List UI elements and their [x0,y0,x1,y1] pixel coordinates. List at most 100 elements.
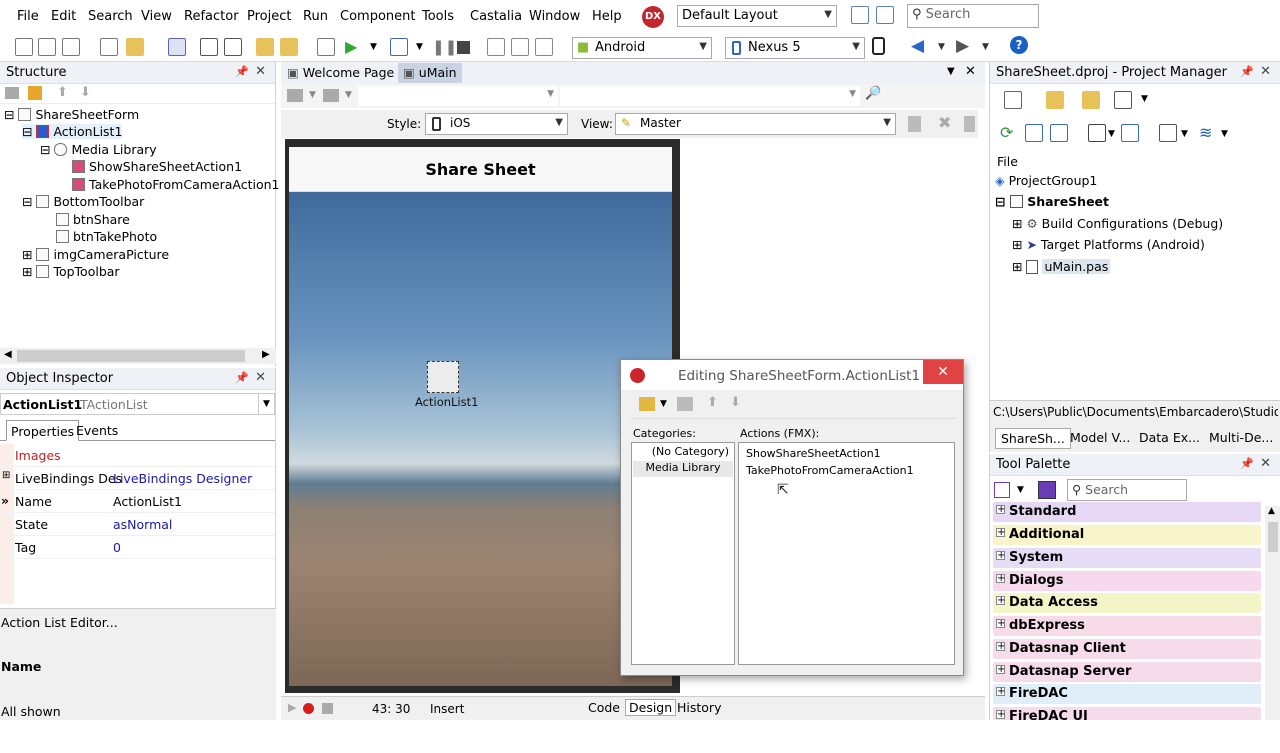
move-up-icon[interactable]: ⬆ [707,395,718,410]
new-action-icon[interactable] [639,397,655,411]
prop-row-livebindings[interactable]: ⊞ LiveBindings Des LiveBindings Designer [0,467,275,490]
tree-node-btntakephoto[interactable]: btnTakePhoto [56,229,157,244]
category-item[interactable]: Media Library [633,461,733,477]
form-title[interactable]: Share Sheet [289,147,672,192]
tab-sharesheet[interactable]: ShareSh... [995,428,1071,449]
pause-icon[interactable]: ❚❚ [432,38,457,56]
palette-category-dbexpress[interactable]: + dbExpress [993,616,1261,636]
up-arrow-icon[interactable]: ⬆ [57,85,68,100]
scroll-left-icon[interactable]: ◀ [4,349,12,360]
remove-view-icon[interactable]: ✖ [938,113,951,132]
project-node-umain[interactable]: ⊞ uMain.pas [1012,259,1111,274]
step-over-icon[interactable] [511,38,529,56]
project-node-group[interactable]: ◈ ProjectGroup1 [995,173,1097,188]
forward-arrow-icon[interactable]: ▶ [956,36,969,56]
menu-tools[interactable]: Tools [422,9,454,24]
record-macro-icon[interactable] [303,703,314,714]
style-combo[interactable]: iOS ▼ [425,113,568,135]
dx-badge-icon[interactable]: DX [642,6,664,28]
actionlist-component-icon[interactable] [427,361,459,393]
stop-icon[interactable] [457,41,470,54]
open-folder-icon[interactable] [1082,91,1100,109]
scroll-up-icon[interactable]: ▲ [1268,506,1275,516]
pin-icon[interactable]: 📌 [1240,457,1254,470]
expand-all-icon[interactable] [1025,124,1043,142]
close-file-icon[interactable] [62,38,80,56]
tree-node-photo-action[interactable]: TakePhotoFromCameraAction1 [72,177,280,192]
chevron-down-icon[interactable]: ▼ [309,90,316,100]
save-desktop-icon[interactable] [851,6,869,24]
chevron-down-icon[interactable]: ▼ [1221,129,1228,139]
tab-events[interactable]: Events [76,423,118,438]
tree-node-form[interactable]: ⊟ ShareSheetForm [4,107,139,122]
chevron-down-icon[interactable]: ▼ [1181,129,1188,139]
tab-data-explorer[interactable]: Data Ex... [1139,430,1200,445]
add-to-project-icon[interactable] [256,38,274,56]
set-debug-desktop-icon[interactable] [876,6,894,24]
add-view-icon[interactable] [908,116,921,132]
palette-search-input[interactable]: ⚲ Search [1067,479,1187,501]
back-arrow-icon[interactable]: ◀ [911,36,924,56]
menu-run[interactable]: Run [303,9,328,24]
run-icon[interactable]: ▶ [345,37,357,56]
menu-edit[interactable]: Edit [51,9,76,24]
tree-node-media-library[interactable]: ⊟ Media Library [40,142,157,157]
run-without-debug-dropdown-icon[interactable]: ▼ [416,42,423,52]
palette-category-additional[interactable]: + Additional [993,525,1261,545]
project-node-sharesheet[interactable]: ⊟ ShareSheet [995,194,1109,209]
component-combo[interactable]: ▼ [358,86,558,106]
method-icon[interactable] [323,89,339,102]
chevron-down-icon[interactable]: ▼ [1141,94,1148,104]
ide-search-input[interactable]: ⚲ Search [907,4,1039,28]
new-icon[interactable] [15,38,33,56]
menu-component[interactable]: Component [340,9,415,24]
menu-help[interactable]: Help [592,9,622,24]
pin-icon[interactable]: 📌 [235,371,249,384]
chevron-down-icon[interactable]: ▼ [1017,485,1024,495]
tab-model-view[interactable]: Model V... [1070,430,1130,445]
refresh-icon[interactable]: ⟳ [1000,124,1018,142]
palette-category-standard[interactable]: + Standard [993,502,1261,522]
pin-icon[interactable]: 📌 [1240,65,1254,78]
view-combo[interactable]: ✎ Master ▼ [615,113,896,135]
category-item[interactable]: (No Category) [633,445,733,461]
delete-action-icon[interactable] [677,397,693,411]
menu-window[interactable]: Window [529,9,580,24]
run-to-cursor-icon[interactable] [535,38,553,56]
device-preview-icon[interactable] [872,37,885,55]
new-items-icon[interactable] [38,38,56,56]
tree-node-share-action[interactable]: ShowShareSheetAction1 [72,159,242,174]
stop-macro-icon[interactable] [322,703,333,714]
menu-castalia[interactable]: Castalia [470,9,522,24]
palette-category-firedac-ui[interactable]: + FireDAC UI [993,707,1261,720]
view-options-icon[interactable] [1114,91,1132,109]
select-icon[interactable] [317,38,335,56]
new-action-dropdown-icon[interactable]: ▼ [660,399,667,409]
close-icon[interactable]: ✕ [255,64,266,79]
open-project-file-icon[interactable] [224,38,242,56]
structure-hscrollbar[interactable]: ◀ ▶ [0,348,276,364]
close-icon[interactable]: ✕ [255,370,266,385]
open-icon[interactable] [100,38,118,56]
collapse-all-icon[interactable] [1050,124,1068,142]
back-dropdown-icon[interactable]: ▼ [938,42,945,52]
camera-picture[interactable] [289,192,672,686]
prop-row-tag[interactable]: Tag 0 [0,536,275,559]
tab-design[interactable]: Design [625,699,677,716]
action-item[interactable]: ShowShareSheetAction1 [746,447,881,460]
play-macro-icon[interactable]: ▶ [288,701,296,714]
delete-icon[interactable] [28,86,42,100]
close-icon[interactable]: ✕ [1260,64,1271,79]
project-node-build-configs[interactable]: ⊞ ⚙ Build Configurations (Debug) [1012,216,1223,231]
close-icon[interactable]: ✕ [1260,456,1271,471]
tree-node-imgcamerapicture[interactable]: ⊞ imgCameraPicture [22,247,169,262]
target-platform-combo[interactable]: ■ Android ▼ [572,37,712,59]
tab-code[interactable]: Code [585,700,623,715]
activate-icon[interactable] [1159,124,1177,142]
palette-category-system[interactable]: + System [993,548,1261,568]
palette-category-firedac[interactable]: + FireDAC [993,684,1261,704]
member-combo[interactable]: ▼ [560,86,860,106]
action-list-editor-link[interactable]: Action List Editor... [1,615,118,630]
add-new-project-icon[interactable] [1046,91,1064,109]
palette-vscrollbar[interactable]: ▲ [1265,506,1280,720]
